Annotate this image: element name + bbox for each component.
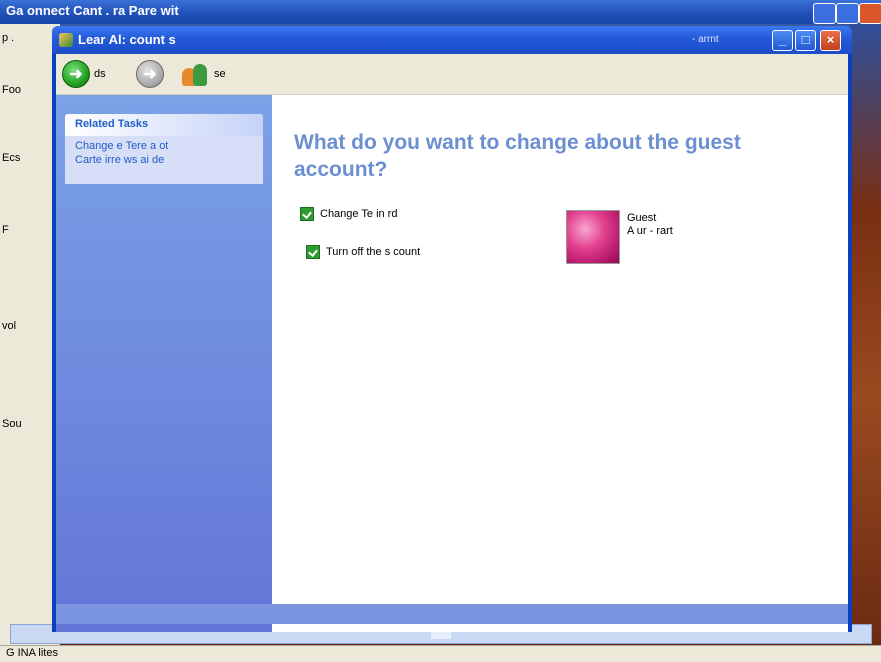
- back-button[interactable]: ➜ ds: [62, 59, 106, 89]
- outer-fragment: Sou: [2, 418, 22, 430]
- outer-status-bar: G INA lites: [0, 645, 881, 662]
- turn-off-guest-task[interactable]: Turn off the s count: [306, 245, 420, 259]
- window-titlebar[interactable]: Lear Al: count s - arrnt _ □ ×: [52, 26, 852, 54]
- task-arrow-icon: [300, 207, 314, 221]
- outer-maximize-button[interactable]: [836, 3, 859, 24]
- outer-window-left-edge: p . Foo Ecs F vol Sou: [0, 24, 60, 645]
- user-accounts-icon: [59, 33, 73, 47]
- related-task-link[interactable]: Change e Tere a ot: [75, 140, 263, 152]
- change-picture-task[interactable]: Change Te in rd: [300, 207, 397, 221]
- close-button[interactable]: ×: [820, 30, 841, 51]
- minimize-button[interactable]: _: [772, 30, 793, 51]
- status-text: G INA lites: [6, 647, 58, 659]
- outer-window-titlebar: Ga onnect Cant . ra Pare wit: [0, 0, 881, 24]
- task-label: Turn off the s count: [326, 246, 421, 258]
- related-tasks-panel: Related Tasks Change e Tere a ot Carte i…: [65, 114, 263, 184]
- user-account-type: A ur - rart: [627, 225, 673, 237]
- outer-close-button[interactable]: [859, 3, 881, 24]
- outer-fragment: Ecs: [2, 152, 21, 164]
- home-button[interactable]: se: [180, 59, 226, 89]
- maximize-button[interactable]: □: [795, 30, 816, 51]
- forward-arrow-icon: ➜: [136, 60, 164, 88]
- related-task-link[interactable]: Carte irre ws ai de: [75, 154, 263, 166]
- user-picture-avatar: [566, 210, 620, 264]
- titlebar-right-text: - arrnt: [692, 34, 719, 45]
- forward-button[interactable]: ➜: [136, 59, 168, 89]
- outer-fragment: vol: [2, 320, 17, 332]
- outer-minimize-button[interactable]: [813, 3, 836, 24]
- user-name: Guest: [627, 212, 657, 224]
- home-label: se: [214, 68, 226, 80]
- desktop-wallpaper-strip: [850, 24, 881, 645]
- toolbar: ➜ ds ➜ se: [56, 54, 848, 95]
- page-title: What do you want to change about the gue…: [294, 131, 741, 181]
- outer-fragment: p .: [2, 32, 15, 44]
- main-content: What do you want to change about the gue…: [272, 95, 848, 632]
- related-tasks-header: Related Tasks: [65, 114, 263, 136]
- window-bottom-edge: [56, 604, 848, 624]
- left-task-pane: Related Tasks Change e Tere a ot Carte i…: [56, 95, 272, 632]
- task-arrow-icon: [306, 245, 320, 259]
- user-accounts-home-icon: [180, 60, 210, 88]
- user-accounts-window: Lear Al: count s - arrnt _ □ × ➜ ds ➜ se…: [52, 26, 852, 632]
- outer-window-title: Ga onnect Cant . ra Pare wit: [6, 3, 179, 18]
- task-label: Change Te in rd: [320, 208, 398, 220]
- back-arrow-icon: ➜: [62, 60, 90, 88]
- back-label: ds: [94, 68, 106, 80]
- outer-fragment: Foo: [2, 84, 21, 96]
- outer-fragment: F: [2, 224, 9, 236]
- window-title: Lear Al: count s: [78, 32, 176, 47]
